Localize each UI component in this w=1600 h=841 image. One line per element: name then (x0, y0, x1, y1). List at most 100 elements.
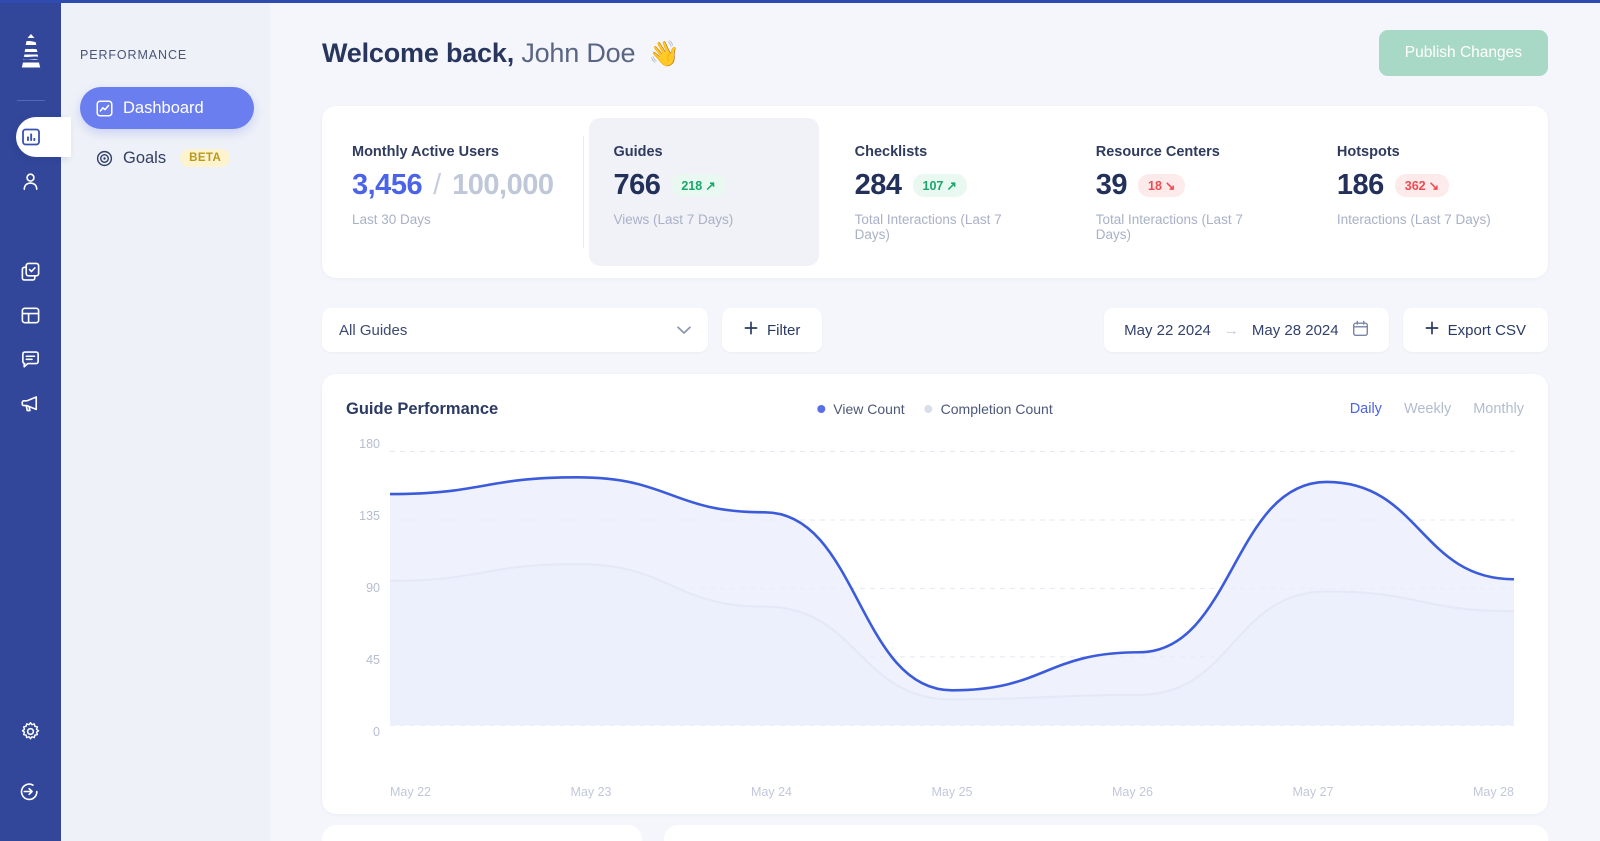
sidebar-item-label: Dashboard (123, 98, 204, 117)
stat-sublabel: Interactions (Last 7 Days) (1336, 212, 1491, 227)
legend-item-view-count[interactable]: View Count (817, 401, 905, 417)
y-tick-label: 180 (359, 437, 380, 451)
rail-item-announcements[interactable] (0, 381, 61, 425)
legend-dot-icon (924, 405, 933, 413)
guide-performance-card: Guide Performance View Count Completion … (322, 374, 1548, 814)
sidebar-item-goals[interactable]: Goals BETA (80, 137, 254, 179)
stat-value: 284 (854, 169, 902, 201)
filter-button[interactable]: Filter (722, 308, 823, 352)
export-csv-button[interactable]: Export CSV (1402, 308, 1548, 352)
stat-label: Resource Centers (1095, 144, 1220, 160)
legend-item-completion-count[interactable]: Completion Count (924, 401, 1053, 417)
stat-card-monthly-active-users[interactable]: Monthly Active Users 3,456 / 100,000 Las… (328, 118, 577, 266)
chart-line-icon (96, 99, 113, 117)
granularity-tabs: Daily Weekly Monthly (1350, 401, 1524, 417)
chart-header: Guide Performance View Count Completion … (346, 396, 1524, 422)
x-tick-label: May 23 (570, 785, 612, 799)
greeting-name: John Doe (521, 37, 636, 68)
rail-item-users[interactable] (0, 159, 61, 203)
stat-value-row: 284 107 ↗ (855, 169, 1036, 202)
stat-sublabel: Last 30 Days (352, 212, 431, 227)
page-header: Welcome back, John Doe 👋 Publish Changes (300, 0, 1570, 76)
trend-up-arrow-icon: ↗ (946, 179, 957, 193)
stat-card-hotspots[interactable]: Hotspots 186 362 ↘ Interactions (Last 7 … (1313, 118, 1542, 266)
export-csv-label: Export CSV (1447, 321, 1526, 339)
publish-changes-button[interactable]: Publish Changes (1378, 30, 1548, 76)
rail-divider (16, 100, 45, 101)
sidebar-section-title: PERFORMANCE (80, 48, 188, 62)
legend-label: Completion Count (940, 401, 1053, 417)
stat-sublabel: Total Interactions (Last 7 Days) (1095, 212, 1243, 242)
y-axis-labels: 180 135 90 45 0 (346, 437, 380, 744)
user-icon (20, 171, 41, 192)
rail-item-analytics[interactable] (0, 115, 71, 159)
stat-card-group: Monthly Active Users 3,456 / 100,000 Las… (322, 106, 1548, 278)
stat-value: 3,456 (352, 169, 423, 201)
stat-card-guides[interactable]: Guides 766 218 ↗ Views (Last 7 Days) (583, 118, 819, 266)
stat-sublabel: Total Interactions (Last 7 Days) (854, 212, 1002, 242)
guide-performance-area-chart (390, 444, 1514, 744)
plus-icon (1425, 321, 1439, 339)
logout-icon (20, 781, 41, 802)
y-tick-label: 45 (366, 653, 380, 667)
stat-value: 766 (613, 169, 661, 201)
bar-chart-icon (21, 127, 41, 147)
status-badge: 218 ↗ (671, 174, 726, 197)
stat-value-row: 186 362 ↘ (1337, 169, 1518, 202)
stat-value-row: 3,456 / 100,000 (352, 169, 554, 202)
stat-value-row: 766 218 ↗ (613, 169, 794, 202)
sidebar-item-dashboard[interactable]: Dashboard (80, 87, 254, 129)
copy-check-icon (20, 261, 41, 282)
stat-total: 100,000 (452, 169, 554, 201)
trend-up-arrow-icon: ↗ (705, 179, 716, 193)
page-title: Welcome back, John Doe 👋 (322, 38, 680, 69)
x-tick-label: May 28 (1473, 785, 1514, 799)
legend-dot-icon (817, 405, 826, 413)
chart-plot-area: 180 135 90 45 0 May 22 May 23 May 24 May… (346, 437, 1524, 799)
trend-down-arrow-icon: ↘ (1428, 179, 1440, 193)
wave-emoji: 👋 (648, 39, 680, 68)
greeting-bold: Welcome back, (322, 37, 514, 68)
trend-down-arrow-icon: ↘ (1164, 179, 1176, 193)
guide-select[interactable]: All Guides (322, 308, 708, 352)
tab-weekly[interactable]: Weekly (1404, 401, 1451, 417)
lighthouse-logo[interactable] (16, 30, 46, 72)
stat-card-checklists[interactable]: Checklists 284 107 ↗ Total Interactions … (831, 118, 1060, 266)
stat-label: Hotspots (1336, 144, 1400, 160)
y-tick-label: 90 (366, 581, 380, 595)
rail-item-checklists[interactable] (0, 337, 61, 381)
sidebar-item-label: Goals (123, 148, 167, 167)
stat-separator: / (433, 169, 442, 201)
rail-item-logout[interactable] (0, 769, 61, 813)
rail-item-resource-centers[interactable] (0, 293, 61, 337)
peek-card-right (664, 825, 1548, 841)
guide-select-value: All Guides (339, 321, 408, 339)
badge-value: 107 (922, 178, 944, 193)
tab-daily[interactable]: Daily (1350, 401, 1382, 417)
x-tick-label: May 22 (390, 785, 431, 799)
filter-toolbar: All Guides Filter May 22 2024 → May 28 2… (322, 308, 1548, 352)
chart-title: Guide Performance (346, 399, 499, 418)
tab-monthly[interactable]: Monthly (1473, 401, 1524, 417)
badge-value: 218 (681, 178, 703, 193)
stat-label: Guides (613, 144, 663, 160)
target-icon (96, 150, 113, 167)
stat-card-resource-centers[interactable]: Resource Centers 39 18 ↘ Total Interacti… (1072, 118, 1301, 266)
x-tick-label: May 27 (1292, 785, 1334, 799)
peek-card-left (322, 825, 642, 841)
legend-label: View Count (833, 401, 905, 417)
rail-item-settings[interactable] (0, 709, 61, 753)
stat-sublabel: Views (Last 7 Days) (613, 212, 734, 227)
plus-icon (744, 321, 758, 339)
date-range-picker[interactable]: May 22 2024 → May 28 2024 (1104, 308, 1389, 352)
rail-bottom-group (0, 709, 61, 841)
below-fold-cards (322, 825, 1548, 841)
main-content: Welcome back, John Doe 👋 Publish Changes… (270, 0, 1600, 841)
status-badge: 107 ↗ (912, 174, 967, 197)
filter-button-label: Filter (767, 321, 801, 339)
y-tick-label: 0 (373, 725, 380, 739)
stat-value-row: 39 18 ↘ (1096, 169, 1277, 202)
stat-label: Monthly Active Users (352, 144, 499, 160)
rail-item-guides[interactable] (0, 249, 61, 293)
calendar-icon (1352, 320, 1369, 341)
